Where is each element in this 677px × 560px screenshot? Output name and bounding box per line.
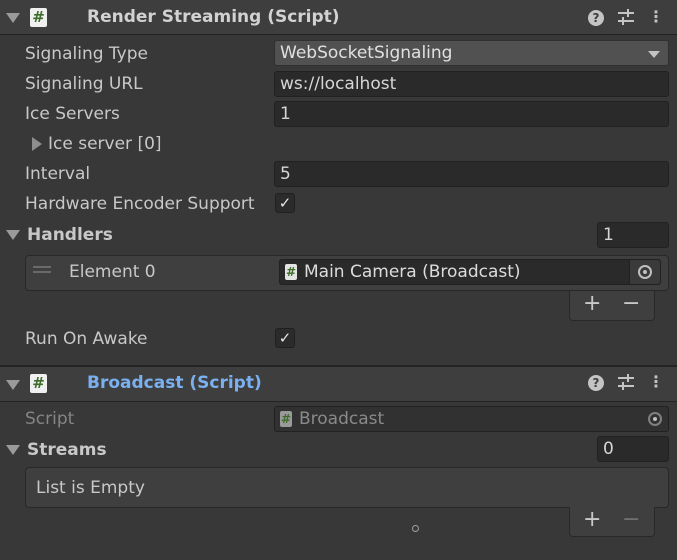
- script-label: Script: [25, 409, 75, 429]
- ice-server-foldout-icon[interactable]: [32, 137, 42, 151]
- render-streaming-header[interactable]: # Render Streaming (Script) ? ⋮: [0, 0, 677, 35]
- help-icon[interactable]: ?: [588, 375, 604, 391]
- resize-handle-icon[interactable]: [412, 525, 419, 532]
- handlers-label[interactable]: Handlers: [27, 223, 113, 247]
- script-value: Broadcast: [299, 409, 385, 429]
- run-on-awake-checkbox[interactable]: ✓: [275, 328, 295, 348]
- preset-icon[interactable]: [617, 374, 635, 391]
- handlers-foldout-icon[interactable]: [6, 230, 20, 240]
- streams-list: List is Empty: [25, 467, 669, 508]
- preset-icon[interactable]: [617, 9, 635, 26]
- element-0-value: Main Camera (Broadcast): [304, 262, 521, 282]
- component-title: Broadcast (Script): [87, 373, 262, 393]
- script-icon: #: [285, 264, 297, 280]
- ice-server-item-label[interactable]: Ice server [0]: [48, 132, 162, 156]
- add-element-button[interactable]: +: [583, 509, 601, 531]
- element-0-object-field[interactable]: # Main Camera (Broadcast): [279, 259, 661, 285]
- check-icon: ✓: [278, 194, 292, 212]
- hw-encoder-label: Hardware Encoder Support: [25, 194, 255, 214]
- component-title: Render Streaming (Script): [87, 7, 340, 27]
- interval-label: Interval: [25, 164, 91, 184]
- signaling-url-label: Signaling URL: [25, 74, 143, 94]
- handlers-list: Element 0 # Main Camera (Broadcast): [25, 255, 669, 291]
- list-empty-text: List is Empty: [36, 478, 145, 498]
- script-object-field: # Broadcast: [274, 406, 669, 432]
- object-picker-button[interactable]: [629, 260, 660, 284]
- streams-label[interactable]: Streams: [27, 438, 107, 462]
- handlers-count-field[interactable]: 1: [597, 222, 669, 248]
- dropdown-arrow-icon: [648, 51, 660, 58]
- element-0-label: Element 0: [69, 262, 156, 282]
- signaling-url-field[interactable]: ws://localhost: [274, 71, 669, 97]
- run-on-awake-label: Run On Awake: [25, 329, 148, 349]
- script-icon: #: [30, 8, 47, 27]
- remove-element-button[interactable]: −: [622, 293, 640, 315]
- ice-servers-size-field[interactable]: 1: [274, 101, 669, 127]
- script-icon: #: [30, 374, 47, 393]
- object-picker-icon: [648, 412, 662, 426]
- foldout-arrow-icon[interactable]: [6, 13, 20, 23]
- hw-encoder-checkbox[interactable]: ✓: [275, 193, 295, 213]
- object-picker-icon: [638, 265, 652, 279]
- interval-field[interactable]: 5: [274, 161, 669, 187]
- signaling-type-label: Signaling Type: [25, 44, 148, 64]
- help-icon[interactable]: ?: [588, 10, 604, 26]
- streams-foldout-icon[interactable]: [6, 445, 20, 455]
- add-element-button[interactable]: +: [583, 293, 601, 315]
- drag-handle-icon[interactable]: [33, 266, 51, 268]
- more-options-icon[interactable]: ⋮: [648, 8, 664, 26]
- script-icon: #: [280, 411, 292, 427]
- signaling-type-dropdown[interactable]: WebSocketSignaling: [274, 40, 669, 66]
- streams-count-field[interactable]: 0: [597, 436, 669, 462]
- check-icon: ✓: [278, 329, 292, 347]
- handlers-list-footer: + −: [569, 291, 655, 321]
- more-options-icon[interactable]: ⋮: [648, 373, 664, 391]
- broadcast-header[interactable]: # Broadcast (Script) ? ⋮: [0, 367, 677, 402]
- ice-servers-label: Ice Servers: [25, 104, 120, 124]
- foldout-arrow-icon[interactable]: [6, 380, 20, 390]
- streams-list-footer: + −: [569, 507, 655, 537]
- remove-element-button[interactable]: −: [622, 509, 640, 531]
- signaling-type-value: WebSocketSignaling: [280, 43, 453, 63]
